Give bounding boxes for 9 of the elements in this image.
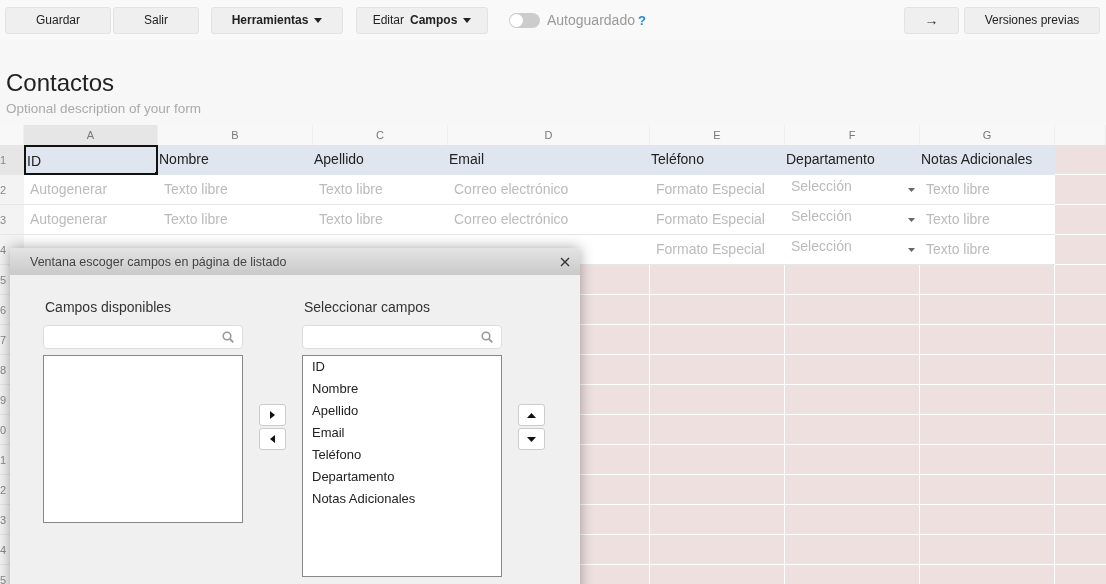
select-placeholder: Selección xyxy=(791,207,852,226)
list-label: Seleccionar campos xyxy=(304,299,432,317)
autosave-label: Autoguardado xyxy=(547,12,635,28)
select-placeholder: Selección xyxy=(791,177,852,196)
dialog-title: Ventana escoger campos en página de listado xyxy=(30,254,288,269)
list-label: Campos disponibles xyxy=(45,299,173,317)
form-title: Contactos xyxy=(5,68,116,98)
select-placeholder: Selección xyxy=(791,237,852,256)
form-description: Optional description of your form xyxy=(6,100,203,118)
